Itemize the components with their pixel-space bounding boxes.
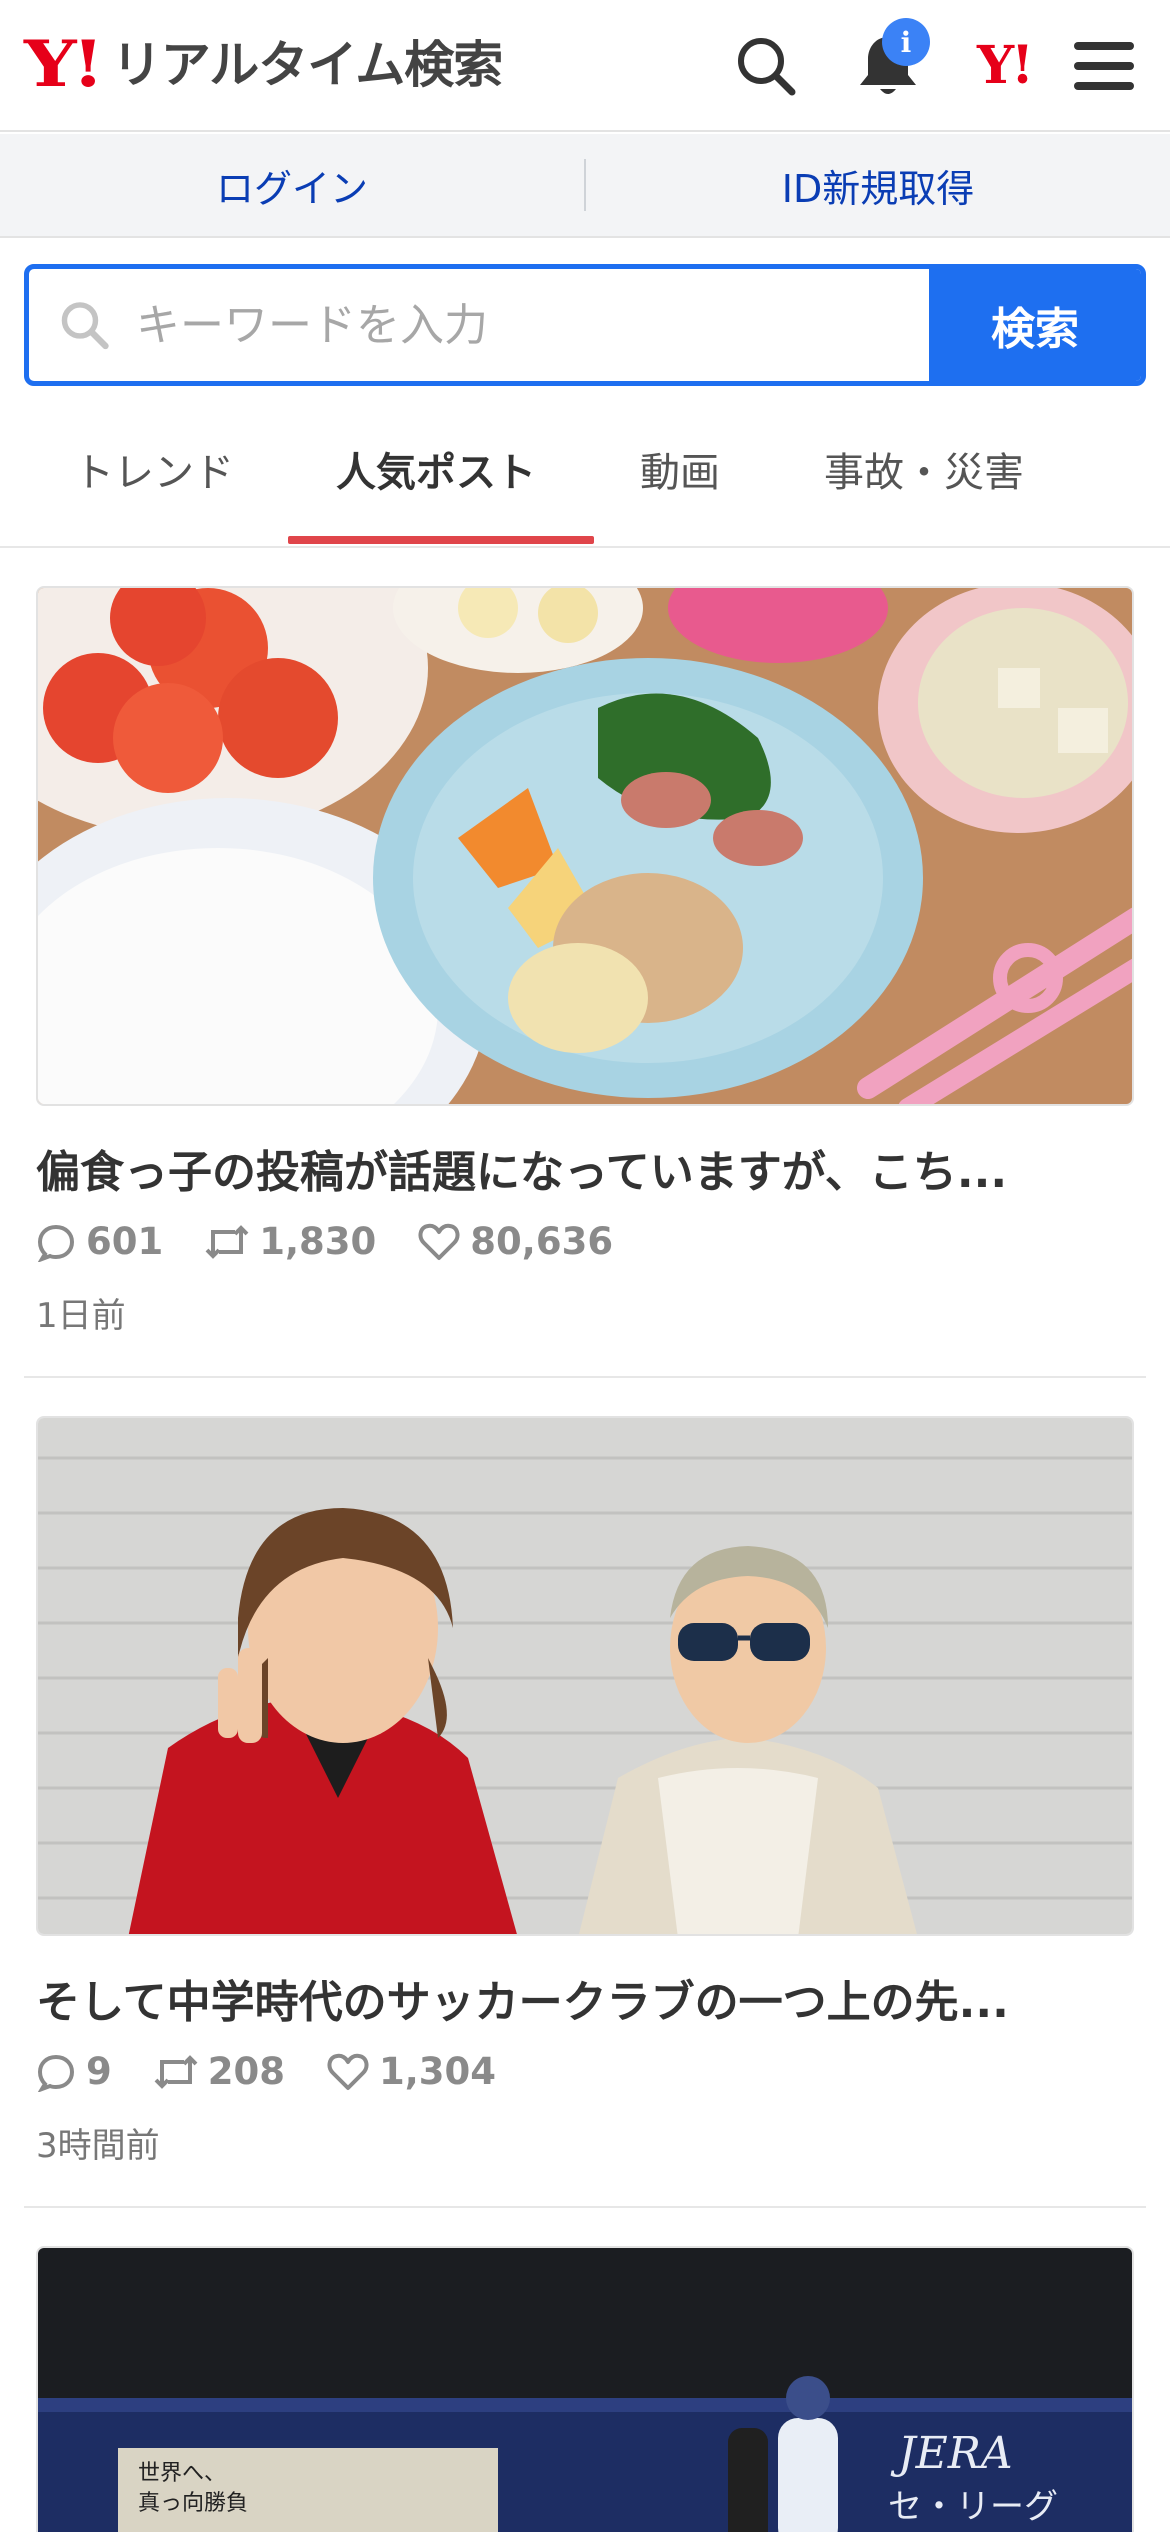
search-button[interactable]: 検索 <box>929 269 1141 381</box>
post-title[interactable]: 偏食っ子の投稿が話題になっていますが、こち... <box>36 1136 1134 1200</box>
search-icon[interactable] <box>728 28 804 104</box>
app-header: Y! リアルタイム検索 i Y! <box>0 0 1170 132</box>
reply-icon <box>37 2054 75 2092</box>
repost-icon <box>205 1224 249 1259</box>
heart-icon <box>327 2053 369 2090</box>
search-input[interactable] <box>136 299 929 351</box>
like-count: 80,636 <box>418 1220 613 1263</box>
banner-text-1: 世界へ、 <box>138 2461 226 2486</box>
post-image-two-men[interactable] <box>36 1416 1134 1936</box>
logo-title: リアルタイム検索 <box>111 36 503 94</box>
notification-badge: i <box>882 18 930 66</box>
tab-trend[interactable]: トレンド <box>74 440 234 498</box>
search-field <box>29 269 929 381</box>
post-stats: 601 1,830 80,636 <box>36 1220 655 1263</box>
post-divider <box>24 1376 1146 1378</box>
notification-button[interactable]: i <box>850 18 930 104</box>
banner-text-3: JERA <box>890 2428 1013 2479</box>
post-image-baseball[interactable]: 世界へ、 真っ向勝負 JERA セ・リーグ <box>36 2246 1134 2532</box>
post-stats: 9 208 1,304 <box>36 2050 538 2093</box>
post-title[interactable]: そして中学時代のサッカークラブの一つ上の先... <box>36 1966 1134 2030</box>
category-tabs: トレンド 人気ポスト 動画 事故・災害 <box>0 400 1170 548</box>
tab-accident-disaster[interactable]: 事故・災害 <box>824 440 1024 498</box>
reply-count: 601 <box>36 1220 163 1263</box>
yahoo-logo-mark: Y! <box>24 27 104 102</box>
repost-count: 1,830 <box>205 1220 376 1263</box>
banner-text-4: セ・リーグ <box>888 2487 1058 2527</box>
menu-icon[interactable] <box>1066 28 1142 104</box>
search-box: 検索 <box>24 264 1146 386</box>
post-image-food[interactable] <box>36 586 1134 1106</box>
like-count: 1,304 <box>327 2050 496 2093</box>
login-link[interactable]: ログイン <box>0 158 584 213</box>
tab-popular-posts[interactable]: 人気ポスト <box>336 440 536 498</box>
repost-icon <box>154 2054 198 2089</box>
post-time: 3時間前 <box>36 2126 160 2166</box>
tab-video[interactable]: 動画 <box>640 440 720 498</box>
post-divider <box>24 2206 1146 2208</box>
active-tab-indicator <box>288 536 594 544</box>
post-time: 1日前 <box>36 1296 126 1336</box>
reply-count: 9 <box>36 2050 112 2093</box>
yahoo-icon[interactable]: Y! <box>966 28 1042 104</box>
site-logo[interactable]: Y! リアルタイム検索 <box>24 27 503 102</box>
signup-link[interactable]: ID新規取得 <box>586 158 1170 213</box>
heart-icon <box>418 1223 460 1260</box>
reply-icon <box>37 1224 75 1262</box>
auth-bar: ログイン ID新規取得 <box>0 134 1170 238</box>
repost-count: 208 <box>154 2050 285 2093</box>
banner-text-2: 真っ向勝負 <box>138 2491 248 2516</box>
search-field-icon <box>61 302 109 350</box>
